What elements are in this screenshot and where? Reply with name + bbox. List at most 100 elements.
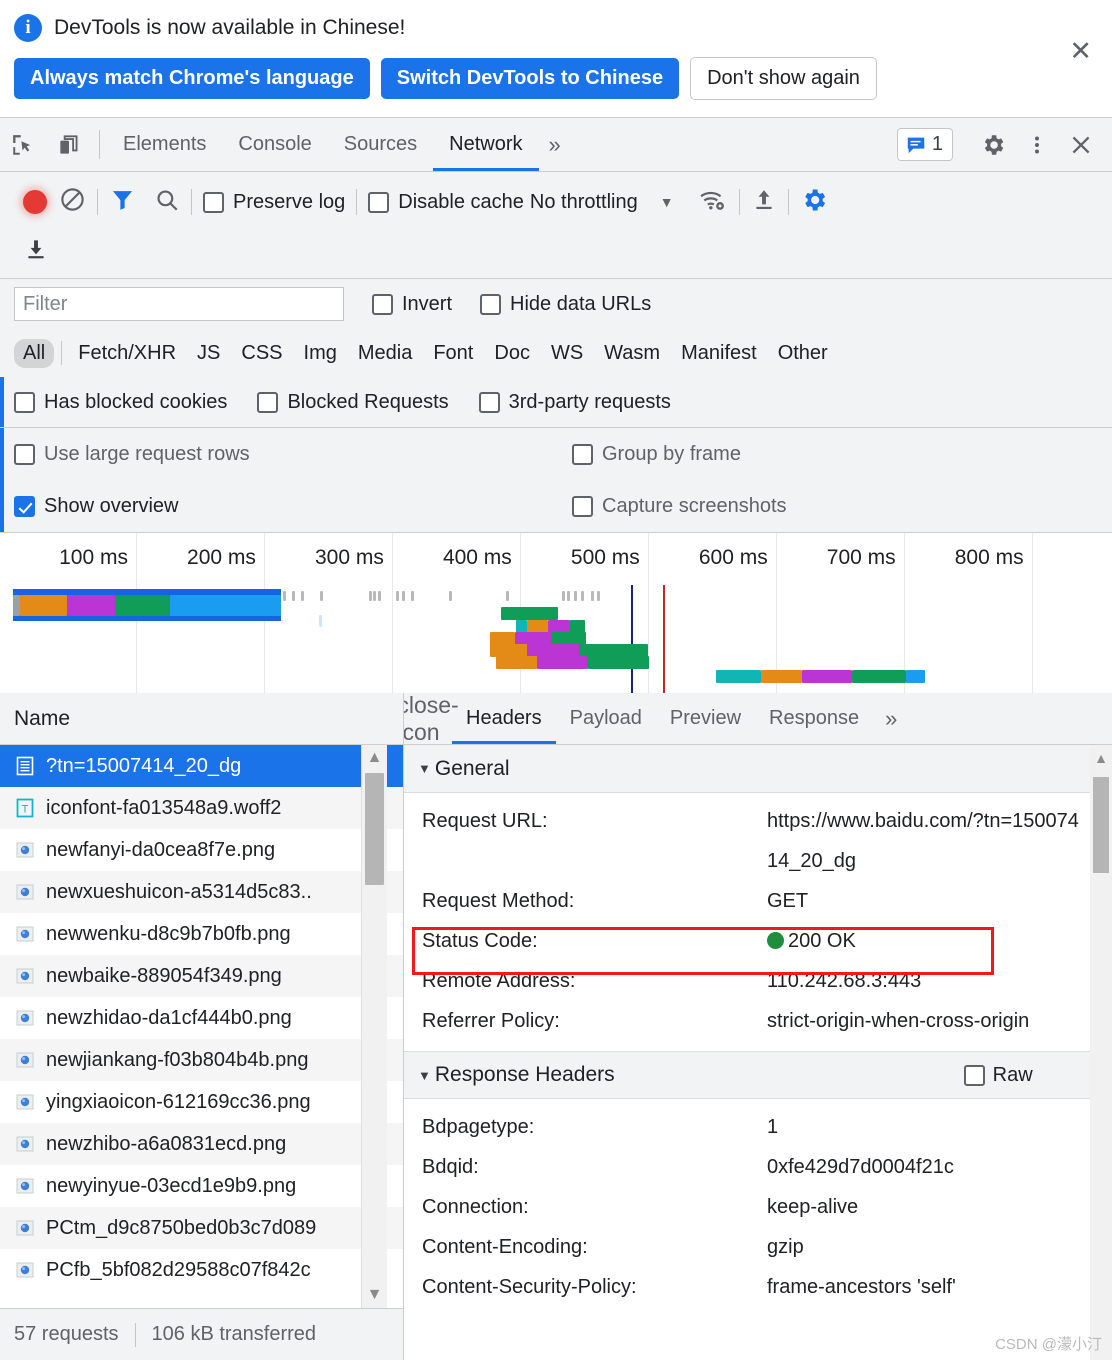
close-details-icon[interactable]: close-icon	[404, 693, 459, 745]
search-icon[interactable]	[154, 187, 180, 218]
type-filter-other[interactable]: Other	[769, 339, 837, 368]
kebab-menu-icon[interactable]	[1016, 124, 1058, 166]
request-list-item[interactable]: ?tn=15007414_20_dg	[0, 745, 403, 787]
scroll-up-icon[interactable]: ▲	[362, 745, 387, 771]
header-value[interactable]: 1	[767, 1107, 1112, 1147]
tab-console[interactable]: Console	[222, 118, 327, 171]
more-tabs-icon[interactable]: »	[539, 118, 571, 171]
header-row: Bdqid: 0xfe429d7d0004f21c	[404, 1147, 1112, 1187]
always-match-language-button[interactable]: Always match Chrome's language	[14, 58, 370, 99]
throttling-select[interactable]: No throttling	[530, 191, 638, 214]
header-value[interactable]: GET	[767, 881, 1112, 921]
gear-icon[interactable]	[972, 124, 1014, 166]
details-scrollbar-thumb[interactable]	[1093, 777, 1109, 873]
request-list-item[interactable]: newzhibo-a6a0831ecd.png	[0, 1123, 403, 1165]
header-value[interactable]: 200 OK	[767, 921, 1112, 961]
type-filter-wasm[interactable]: Wasm	[595, 339, 669, 368]
type-filter-all[interactable]: All	[14, 338, 55, 368]
type-filter-img[interactable]: Img	[295, 339, 346, 368]
request-list-item[interactable]: yingxiaoicon-612169cc36.png	[0, 1081, 403, 1123]
export-har-icon[interactable]	[23, 236, 49, 267]
network-overview-chart[interactable]: 100 ms 200 ms 300 ms 400 ms 500 ms 600 ms 700 …	[0, 533, 1112, 701]
type-filter-media[interactable]: Media	[349, 339, 421, 368]
requests-list[interactable]: ?tn=15007414_20_dg Ticonfont-fa013548a9.w…	[0, 745, 403, 1308]
more-details-tabs-icon[interactable]: »	[873, 693, 909, 744]
request-list-item[interactable]: newxueshuicon-a5314d5c83..	[0, 871, 403, 913]
details-scroll-up-icon[interactable]: ▲	[1090, 747, 1112, 769]
request-list-item[interactable]: PCfb_5bf082d29588c07f842c	[0, 1249, 403, 1291]
requests-column-header[interactable]: Name	[0, 693, 403, 745]
details-scrollbar[interactable]: ▲	[1090, 745, 1112, 1360]
header-value[interactable]: frame-ancestors 'self'	[767, 1267, 1112, 1307]
overview-tick-mark	[320, 591, 324, 601]
overview-tick-label: 600 ms	[698, 546, 768, 569]
infobar-close-icon[interactable]: ✕	[1069, 38, 1092, 65]
console-messages-button[interactable]: 1	[896, 128, 953, 161]
general-section-header[interactable]: ▼ General	[404, 745, 1112, 793]
header-value[interactable]: 0xfe429d7d0004f21c	[767, 1147, 1112, 1187]
request-list-item[interactable]: newzhidao-da1cf444b0.png	[0, 997, 403, 1039]
close-icon[interactable]	[1060, 124, 1102, 166]
header-value[interactable]: https://www.baidu.com/?tn=15007414_20_dg	[767, 801, 1112, 881]
group-by-frame-checkbox[interactable]: Group by frame	[572, 443, 741, 466]
tab-payload[interactable]: Payload	[556, 693, 656, 744]
header-value[interactable]: keep-alive	[767, 1187, 1112, 1227]
filter-icon[interactable]	[109, 186, 136, 218]
header-value[interactable]: gzip	[767, 1227, 1112, 1267]
scrollbar-thumb[interactable]	[365, 773, 384, 885]
request-list-item[interactable]: newwenku-d8c9b7b0fb.png	[0, 913, 403, 955]
device-toolbar-icon[interactable]	[46, 118, 92, 171]
scroll-down-icon[interactable]: ▼	[362, 1282, 387, 1308]
record-button[interactable]	[23, 190, 47, 214]
network-status-bar: 57 requests 106 kB transferred	[0, 1308, 403, 1360]
raw-toggle-checkbox[interactable]: Raw	[963, 1064, 1033, 1087]
request-list-item[interactable]: newbaike-889054f349.png	[0, 955, 403, 997]
switch-to-chinese-button[interactable]: Switch DevTools to Chinese	[380, 58, 680, 99]
type-filter-js[interactable]: JS	[188, 339, 229, 368]
hide-data-urls-checkbox[interactable]: Hide data URLs	[480, 293, 651, 316]
request-list-item[interactable]: PCtm_d9c8750bed0b3c7d089	[0, 1207, 403, 1249]
tab-headers[interactable]: Headers	[452, 693, 556, 744]
preserve-log-checkbox[interactable]: Preserve log	[203, 191, 345, 214]
header-value[interactable]: 110.242.68.3:443	[767, 961, 1112, 1001]
network-conditions-icon[interactable]	[698, 187, 728, 218]
type-filter-manifest[interactable]: Manifest	[672, 339, 766, 368]
header-key: Request Method:	[422, 890, 575, 912]
chevron-down-icon[interactable]: ▼	[660, 194, 674, 210]
toolbar-divider-3	[356, 189, 358, 215]
type-filter-doc[interactable]: Doc	[485, 339, 539, 368]
filter-input[interactable]	[14, 287, 344, 321]
request-list-item[interactable]: newjiankang-f03b804b4b.png	[0, 1039, 403, 1081]
has-blocked-cookies-checkbox[interactable]: Has blocked cookies	[14, 391, 227, 414]
use-large-request-rows-checkbox[interactable]: Use large request rows	[14, 443, 250, 466]
request-list-item[interactable]: newyinyue-03ecd1e9b9.png	[0, 1165, 403, 1207]
tab-preview[interactable]: Preview	[656, 693, 755, 744]
tab-network[interactable]: Network	[433, 118, 539, 171]
import-har-icon[interactable]	[751, 187, 777, 218]
clear-icon[interactable]	[59, 186, 86, 218]
tab-response[interactable]: Response	[755, 693, 873, 744]
request-list-item[interactable]: newfanyi-da0cea8f7e.png	[0, 829, 403, 871]
status-ok-dot	[767, 932, 784, 949]
invert-checkbox[interactable]: Invert	[372, 293, 452, 316]
overview-tick-label: 500 ms	[570, 546, 640, 569]
header-key: Status Code:	[422, 930, 538, 952]
header-value[interactable]: strict-origin-when-cross-origin	[767, 1001, 1112, 1041]
type-filter-font[interactable]: Font	[424, 339, 482, 368]
blocked-requests-checkbox[interactable]: Blocked Requests	[257, 391, 449, 414]
dont-show-again-button[interactable]: Don't show again	[690, 57, 877, 100]
capture-screenshots-checkbox[interactable]: Capture screenshots	[572, 495, 787, 518]
request-list-item[interactable]: Ticonfont-fa013548a9.woff2	[0, 787, 403, 829]
tab-sources[interactable]: Sources	[328, 118, 433, 171]
disable-cache-checkbox[interactable]: Disable cache	[368, 191, 524, 214]
type-filter-css[interactable]: CSS	[232, 339, 291, 368]
show-overview-checkbox[interactable]: Show overview	[14, 495, 179, 518]
response-headers-section-header[interactable]: ▼ Response Headers Raw	[404, 1051, 1112, 1099]
network-settings-gear-icon[interactable]	[800, 186, 828, 219]
inspect-element-icon[interactable]	[0, 118, 46, 171]
tab-elements[interactable]: Elements	[107, 118, 222, 171]
requests-scrollbar[interactable]: ▲ ▼	[361, 745, 387, 1308]
third-party-requests-checkbox[interactable]: 3rd-party requests	[478, 391, 671, 414]
type-filter-fetch-xhr[interactable]: Fetch/XHR	[69, 339, 185, 368]
type-filter-ws[interactable]: WS	[542, 339, 592, 368]
